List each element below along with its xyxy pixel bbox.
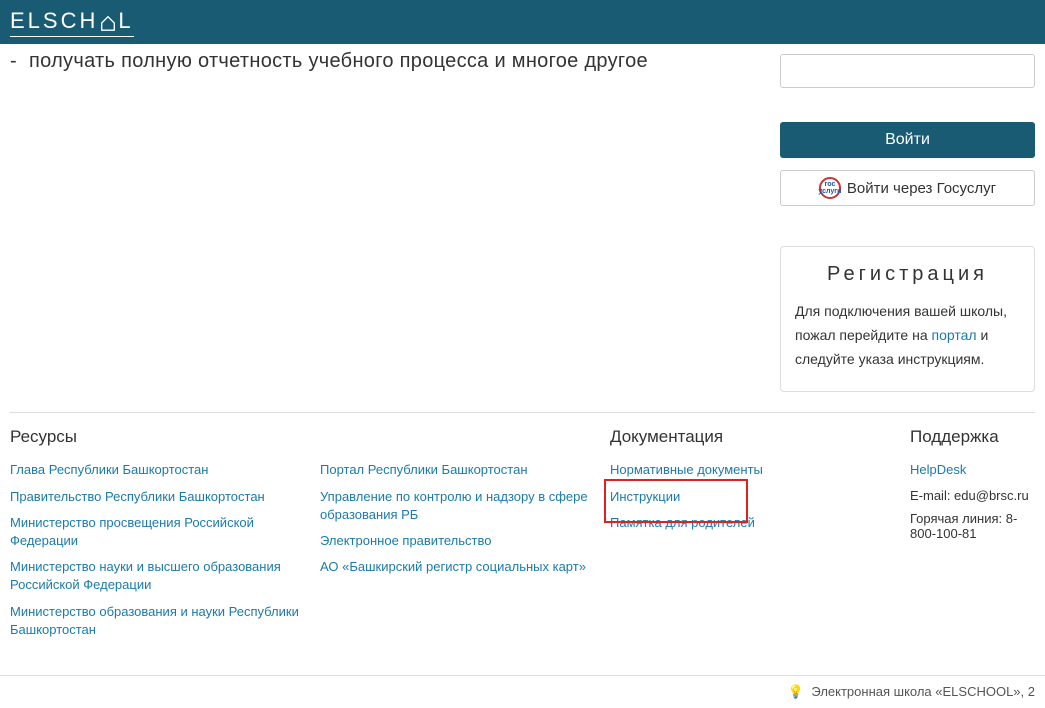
hero-text: получать полную отчетность учебного проц… [29,50,648,72]
footer-link[interactable]: Портал Республики Башкортостан [320,461,600,479]
footer-link[interactable]: Правительство Республики Башкортостан [10,488,310,506]
house-icon [99,12,117,30]
gosuslugi-label: Войти через Госуслуг [847,180,996,197]
registration-title: Регистрация [795,263,1020,286]
password-field[interactable] [780,54,1035,88]
copyright-text: Электронная школа «ELSCHOOL», 2 [811,684,1035,699]
support-email: E-mail: edu@brsc.ru [910,488,1035,503]
resources-heading: Ресурсы [10,427,310,447]
helpdesk-link[interactable]: HelpDesk [910,461,1035,479]
login-panel: Войти гос услуги Войти через Госуслуг Ре… [780,44,1035,392]
portal-link[interactable]: портал [932,327,977,343]
gosuslugi-icon: гос услуги [819,177,841,199]
site-logo[interactable]: ELSCH L [10,8,134,37]
registration-text: Для подключения вашей школы, пожал перей… [795,300,1020,371]
footer-col-resources-a: Ресурсы Глава Республики Башкортостан Пр… [10,427,310,647]
logo-text-suffix: L [118,8,133,34]
footer-link[interactable]: Управление по контролю и надзору в сфере… [320,488,600,524]
footer-link[interactable]: Глава Республики Башкортостан [10,461,310,479]
bullet-dash: - [10,50,17,72]
footer-link[interactable]: Памятка для родителей [610,514,900,532]
support-heading: Поддержка [910,427,1035,447]
support-hotline: Горячая линия: 8-800-100-81 [910,511,1035,541]
docs-heading: Документация [610,427,900,447]
spacer-heading [320,427,600,447]
footer-col-support: Поддержка HelpDesk E-mail: edu@brsc.ru Г… [910,427,1035,647]
footer-col-resources-b: Портал Республики Башкортостан Управлени… [320,427,600,647]
footer-link[interactable]: Министерство науки и высшего образования… [10,558,310,594]
gosuslugi-login-button[interactable]: гос услуги Войти через Госуслуг [780,170,1035,206]
footer-link[interactable]: Инструкции [610,488,900,506]
footer-link[interactable]: Министерство просвещения Российской Феде… [10,514,310,550]
footer-link[interactable]: Министерство образования и науки Республ… [10,603,310,639]
footer-link[interactable]: АО «Башкирский регистр социальных карт» [320,558,600,576]
main-content: -получать полную отчетность учебного про… [0,44,1045,392]
top-nav-bar: ELSCH L [0,0,1045,44]
footer-col-docs: Документация Нормативные документы Инстр… [610,427,900,647]
hero-section: -получать полную отчетность учебного про… [10,44,780,392]
hero-bullet: -получать полную отчетность учебного про… [10,50,760,73]
logo-text-prefix: ELSCH [10,8,98,34]
footer-link[interactable]: Нормативные документы [610,461,900,479]
login-button[interactable]: Войти [780,122,1035,158]
lightbulb-icon: 💡 [788,684,804,700]
bottom-bar: 💡 Электронная школа «ELSCHOOL», 2 [0,675,1045,708]
footer-link[interactable]: Электронное правительство [320,532,600,550]
footer: Ресурсы Глава Республики Башкортостан Пр… [10,412,1035,647]
registration-card: Регистрация Для подключения вашей школы,… [780,246,1035,392]
